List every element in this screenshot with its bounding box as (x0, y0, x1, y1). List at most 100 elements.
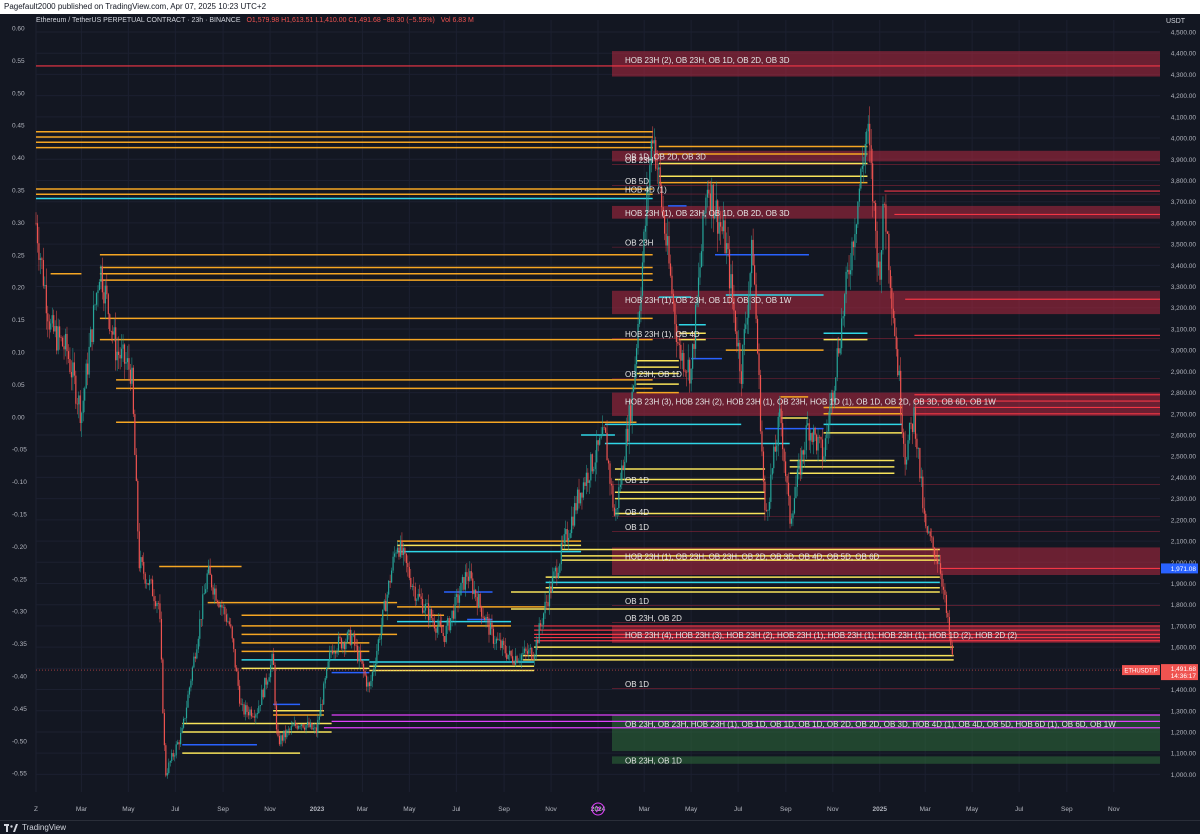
candle-body (433, 620, 436, 629)
candle-body (388, 580, 390, 595)
candle-body (439, 620, 441, 626)
candle-body (42, 260, 44, 286)
right-axis-tick: 3,300.00 (1171, 284, 1197, 291)
candle-body (746, 317, 748, 325)
candle-body (392, 556, 394, 571)
candle-body (686, 371, 688, 373)
candle-body (94, 304, 96, 306)
candle-body (391, 570, 393, 583)
candle-body (658, 167, 660, 170)
x-axis-tick: Z (34, 806, 38, 813)
candle-body (199, 619, 201, 639)
candle-body (838, 348, 840, 354)
candle-body (87, 363, 89, 375)
candle-body (587, 472, 589, 483)
candle-body (817, 436, 819, 451)
candle-body (802, 450, 804, 455)
level-label: OB 1D (625, 523, 649, 532)
candle-body (184, 718, 186, 719)
candle-body (39, 258, 42, 260)
candle-body (566, 529, 568, 541)
price-chart[interactable]: HOB 23H (2), OB 23H, OB 1D, OB 2D, OB 3D… (0, 14, 1200, 820)
candle-body (360, 651, 362, 661)
candle-body (147, 583, 149, 585)
candle-body (45, 284, 47, 314)
candle-body (841, 318, 843, 349)
candle-body (504, 644, 506, 654)
candle-body (829, 406, 831, 425)
candle-body (569, 533, 571, 538)
candle-body (593, 469, 595, 472)
candle-body (892, 308, 894, 319)
candle-body (635, 348, 638, 365)
candle-body (421, 598, 424, 613)
candle-body (779, 408, 781, 417)
candle-body (57, 326, 59, 351)
candle-body (377, 639, 379, 651)
candle-body (296, 725, 298, 729)
candle-body (864, 143, 866, 164)
candle-body (100, 266, 102, 282)
candle-body (588, 480, 590, 483)
candle-body (89, 329, 92, 347)
candle-body (460, 582, 462, 596)
candle-body (606, 432, 608, 461)
candle-body (323, 683, 325, 705)
left-axis-tick: 0.15 (12, 317, 25, 324)
zone-label: HOB 23H (3), HOB 23H (2), HOB 23H (1), O… (625, 398, 996, 407)
candle-body (510, 650, 512, 657)
candle-body (573, 503, 576, 526)
candle-body (47, 313, 49, 322)
candle-body (844, 294, 846, 317)
candle-body (373, 668, 375, 673)
candle-body (129, 369, 132, 384)
candle-body (901, 414, 903, 433)
candle-body (236, 667, 238, 672)
candle-body (904, 443, 906, 465)
candle-body (777, 416, 779, 446)
candle-body (348, 629, 350, 633)
candle-body (849, 270, 852, 275)
candle-body (737, 342, 739, 347)
candle-body (565, 529, 567, 535)
candle-body (244, 705, 247, 715)
candle-body (218, 603, 220, 608)
candle-body (339, 636, 341, 639)
candle-body (141, 557, 143, 562)
x-axis-tick: Nov (827, 806, 839, 813)
candle-body (252, 716, 254, 717)
order-block-zone[interactable] (612, 756, 1160, 764)
candle-body (867, 123, 869, 132)
candle-body (752, 239, 754, 266)
candle-body (255, 714, 257, 718)
left-axis-tick: -0.25 (12, 576, 27, 583)
candle-body (773, 446, 775, 469)
candle-body (308, 721, 310, 728)
candle-body (225, 614, 227, 622)
candle-body (945, 594, 948, 613)
candle-body (880, 250, 883, 280)
x-axis-tick: Jul (452, 806, 461, 813)
candle-body (280, 735, 282, 745)
candle-body (690, 368, 692, 384)
candle-body (742, 344, 744, 384)
right-axis-tick: 4,400.00 (1171, 51, 1197, 58)
candle-body (268, 677, 270, 682)
candle-body (571, 516, 573, 534)
candle-body (804, 450, 806, 455)
candle-body (811, 433, 813, 442)
candle-body (724, 220, 726, 254)
right-axis-tick: 1,000.00 (1171, 772, 1197, 779)
candle-body (41, 258, 43, 261)
candle-body (699, 267, 701, 278)
left-axis-tick: -0.20 (12, 544, 27, 551)
chart-canvas[interactable]: HOB 23H (2), OB 23H, OB 1D, OB 2D, OB 3D… (0, 14, 1200, 820)
candle-body (301, 724, 303, 726)
candle-body (264, 677, 266, 698)
candle-body (476, 597, 478, 608)
volume-value: Vol 6.83 M (441, 17, 474, 24)
candle-body (489, 622, 492, 635)
candle-body (666, 236, 669, 246)
candle-body (312, 728, 315, 730)
candle-body (278, 735, 281, 745)
